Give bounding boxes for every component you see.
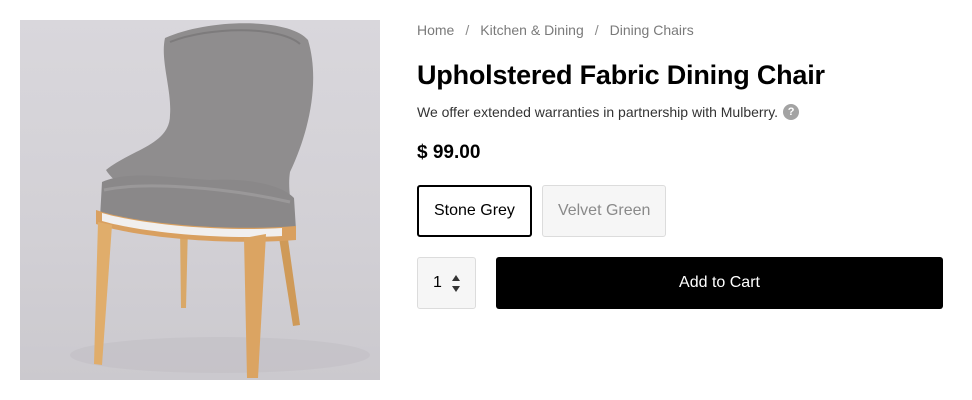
breadcrumb-home[interactable]: Home bbox=[417, 22, 454, 38]
increment-arrow-icon[interactable] bbox=[452, 274, 460, 281]
variant-selector: Stone Grey Velvet Green bbox=[417, 185, 667, 237]
add-to-cart-button[interactable]: Add to Cart bbox=[496, 257, 943, 309]
help-icon[interactable]: ? bbox=[783, 104, 800, 120]
quantity-value[interactable]: 1 bbox=[433, 274, 445, 292]
breadcrumb-separator: / bbox=[465, 22, 470, 38]
breadcrumb-separator: / bbox=[594, 22, 599, 38]
breadcrumb-kitchen-dining[interactable]: Kitchen & Dining bbox=[480, 22, 584, 38]
breadcrumb: Home / Kitchen & Dining / Dining Chairs bbox=[417, 22, 694, 38]
quantity-arrows bbox=[452, 274, 460, 292]
product-info: Home / Kitchen & Dining / Dining Chairs … bbox=[417, 0, 943, 400]
warranty-text: We offer extended warranties in partners… bbox=[417, 104, 779, 120]
decrement-arrow-icon[interactable] bbox=[452, 285, 460, 292]
product-title: Upholstered Fabric Dining Chair bbox=[417, 60, 825, 90]
breadcrumb-dining-chairs[interactable]: Dining Chairs bbox=[610, 22, 694, 38]
variant-option-stone-grey[interactable]: Stone Grey bbox=[417, 185, 532, 237]
variant-option-velvet-green[interactable]: Velvet Green bbox=[541, 185, 667, 237]
product-price: $ 99.00 bbox=[417, 142, 481, 163]
product-image bbox=[20, 20, 380, 380]
quantity-stepper[interactable]: 1 bbox=[417, 257, 476, 309]
warranty-note: We offer extended warranties in partners… bbox=[417, 104, 800, 120]
